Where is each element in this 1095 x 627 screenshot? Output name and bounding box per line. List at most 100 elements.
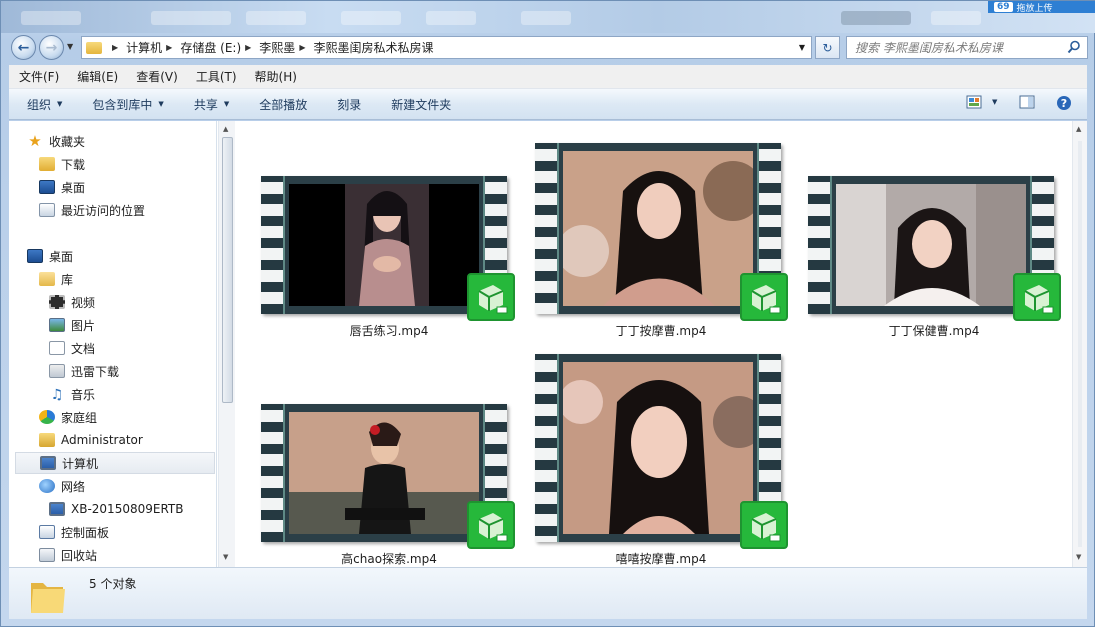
menu-help[interactable]: 帮助(H): [255, 68, 297, 85]
nav-library[interactable]: 库: [39, 268, 216, 290]
control-panel-icon: [39, 525, 55, 539]
back-button[interactable]: ←: [11, 35, 36, 60]
file-name-label[interactable]: 高chao探索.mp4: [341, 550, 437, 567]
nav-recent-places[interactable]: 最近访问的位置: [39, 199, 216, 221]
breadcrumb-computer[interactable]: 计算机: [126, 39, 162, 56]
folder-icon: [31, 583, 65, 613]
menu-edit[interactable]: 编辑(E): [77, 68, 118, 85]
breadcrumb-separator-icon[interactable]: ▶: [112, 43, 118, 52]
nav-administrator[interactable]: Administrator: [39, 429, 216, 451]
blurred-tab: [426, 11, 476, 25]
nav-homegroup[interactable]: 家庭组: [39, 406, 216, 428]
nav-favorites[interactable]: ★ 收藏夹: [27, 130, 216, 152]
menu-file[interactable]: 文件(F): [19, 68, 59, 85]
command-bar: 组织 ▼ 包含到库中 ▼ 共享 ▼ 全部播放 刻录 新建文件夹 ▼ ?: [9, 89, 1087, 120]
nav-computer[interactable]: 计算机: [15, 452, 215, 474]
search-input[interactable]: 搜索 李熙墨闺房私术私房课: [846, 36, 1088, 59]
video-app-badge-icon: [1013, 273, 1061, 321]
nav-videos[interactable]: 视频: [49, 291, 216, 313]
content-scrollbar[interactable]: ▲ ▼: [1072, 121, 1087, 567]
star-icon: ★: [28, 132, 42, 150]
help-button[interactable]: ?: [1056, 95, 1072, 111]
share-button[interactable]: 共享 ▼: [194, 96, 229, 113]
nav-desktop-label: 桌面: [49, 249, 74, 264]
nav-computer-label: 计算机: [62, 456, 99, 471]
breadcrumb-separator-icon[interactable]: ▶: [299, 43, 305, 52]
nav-homegroup-label: 家庭组: [61, 410, 98, 425]
address-history-dropdown-icon[interactable]: ▼: [799, 43, 805, 52]
include-in-library-button[interactable]: 包含到库中 ▼: [92, 96, 163, 113]
nav-music[interactable]: ♫ 音乐: [49, 383, 216, 405]
nav-downloads[interactable]: 下载: [39, 153, 216, 175]
menu-bar: 文件(F) 编辑(E) 查看(V) 工具(T) 帮助(H): [9, 65, 1087, 89]
nav-network-pc[interactable]: XB-20150809ERTB: [49, 498, 216, 520]
video-app-badge-icon: [467, 501, 515, 549]
nav-network-label: 网络: [61, 479, 86, 494]
search-icon[interactable]: [1067, 40, 1081, 54]
address-bar[interactable]: ▶ 计算机 ▶ 存储盘 (E:) ▶ 李熙墨 ▶ 李熙墨闺房私术私房课 ▼: [81, 36, 812, 59]
breadcrumb-drive[interactable]: 存储盘 (E:): [180, 39, 241, 56]
organize-button[interactable]: 组织 ▼: [27, 96, 62, 113]
navigation-scrollbar[interactable]: ▲ ▼: [218, 121, 235, 567]
file-name-label[interactable]: 丁丁按摩曹.mp4: [616, 322, 707, 339]
organize-label: 组织: [27, 97, 52, 112]
breadcrumb-folder[interactable]: 李熙墨: [259, 39, 295, 56]
nav-recycle-bin[interactable]: 回收站: [39, 544, 216, 566]
nav-library-label: 库: [61, 272, 74, 287]
scroll-down-icon[interactable]: ▼: [223, 553, 228, 561]
view-options-button[interactable]: ▼: [966, 95, 997, 109]
scrollbar-thumb[interactable]: [222, 137, 233, 403]
blurred-tab: [21, 11, 81, 25]
play-all-button[interactable]: 全部播放: [259, 96, 307, 113]
file-name-label[interactable]: 丁丁保健曹.mp4: [889, 322, 980, 339]
nav-desktop[interactable]: 桌面: [27, 245, 216, 267]
scroll-up-icon[interactable]: ▲: [223, 125, 228, 133]
recent-pages-dropdown-icon[interactable]: ▼: [67, 42, 73, 51]
nav-pictures[interactable]: 图片: [49, 314, 216, 336]
folder-icon: [86, 41, 102, 54]
explorer-window: 69 拖放上传 ← → ▼ ▶ 计算机 ▶ 存储盘 (E:) ▶ 李熙墨 ▶ 李…: [0, 0, 1095, 627]
item-count: 5 个对象: [89, 577, 137, 591]
preview-pane-button[interactable]: [1019, 95, 1035, 109]
computer-icon: [40, 456, 56, 470]
film-strip: [261, 404, 285, 542]
details-pane: 5 个对象: [9, 567, 1087, 619]
library-icon: [39, 272, 55, 286]
scrollbar-track: [1078, 141, 1082, 547]
scroll-up-icon[interactable]: ▲: [1076, 125, 1081, 133]
breadcrumb-separator-icon[interactable]: ▶: [245, 43, 251, 52]
cube-icon: [751, 513, 781, 542]
film-strip: [535, 354, 559, 542]
nav-network[interactable]: 网络: [39, 475, 216, 497]
forward-button[interactable]: →: [39, 35, 64, 60]
nav-network-pc-label: XB-20150809ERTB: [71, 502, 184, 516]
refresh-button[interactable]: ↻: [815, 36, 840, 59]
breadcrumb-separator-icon[interactable]: ▶: [166, 43, 172, 52]
chevron-down-icon: ▼: [158, 100, 164, 108]
new-folder-button[interactable]: 新建文件夹: [391, 96, 451, 113]
file-name-label[interactable]: 唇舌练习.mp4: [350, 322, 429, 339]
upload-badge[interactable]: 69 拖放上传: [988, 1, 1095, 14]
burn-button[interactable]: 刻录: [337, 96, 361, 113]
nav-xunlei-downloads[interactable]: 迅雷下载: [49, 360, 216, 382]
new-folder-label: 新建文件夹: [391, 97, 452, 112]
film-strip: [808, 176, 832, 314]
file-name-label[interactable]: 嘻嘻按摩曹.mp4: [616, 550, 707, 567]
nav-documents[interactable]: 文档: [49, 337, 216, 359]
nav-desktop-favorite[interactable]: 桌面: [39, 176, 216, 198]
forward-arrow-icon: →: [45, 39, 58, 56]
chevron-down-icon: ▼: [57, 100, 63, 108]
downloads-folder-icon: [39, 157, 55, 171]
blurred-tab: [521, 11, 571, 25]
cube-icon: [478, 285, 508, 314]
help-icon: ?: [1057, 96, 1071, 110]
scroll-down-icon[interactable]: ▼: [1076, 553, 1081, 561]
upload-badge-text: 拖放上传: [1016, 3, 1053, 14]
breadcrumb-current-folder[interactable]: 李熙墨闺房私术私房课: [313, 39, 433, 56]
documents-icon: [49, 341, 65, 355]
nav-control-panel[interactable]: 控制面板: [39, 521, 216, 543]
menu-view[interactable]: 查看(V): [136, 68, 178, 85]
cube-icon: [751, 285, 781, 314]
menu-tools[interactable]: 工具(T): [196, 68, 237, 85]
chevron-down-icon: ▼: [223, 100, 230, 108]
